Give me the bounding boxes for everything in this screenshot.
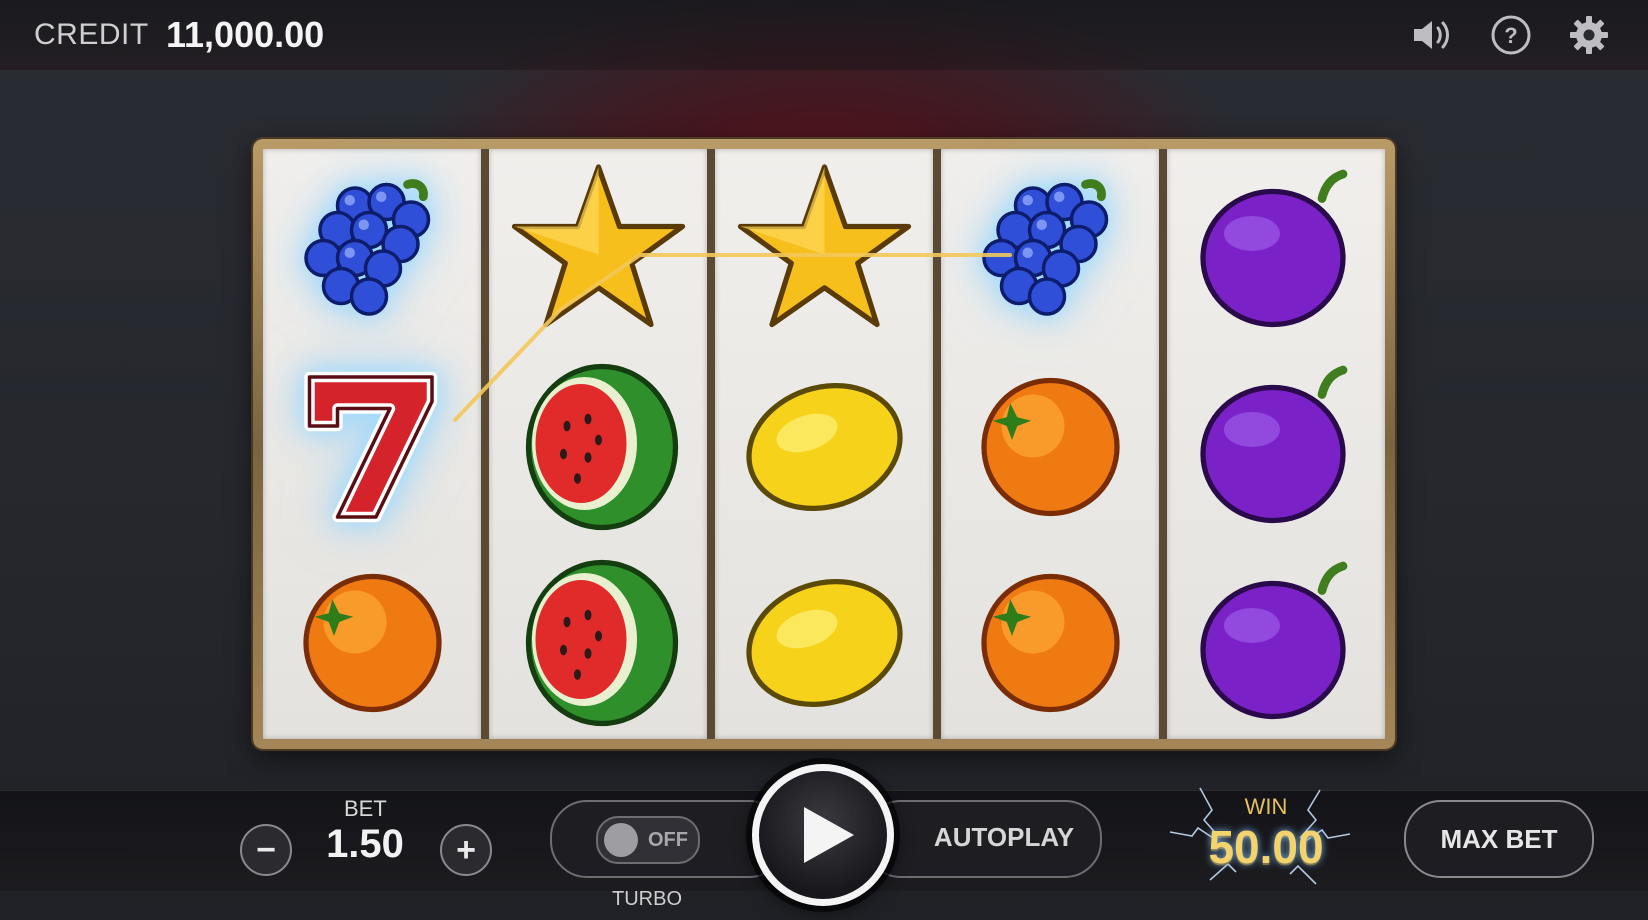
- win-label: WIN: [1244, 794, 1288, 819]
- play-icon: [804, 807, 854, 863]
- grapes-symbol: [941, 149, 1159, 345]
- watermelon-icon: [525, 363, 678, 530]
- max-bet-label: MAX BET: [1440, 824, 1558, 854]
- top-bar: CREDIT 11,000.00 ?: [0, 0, 1648, 70]
- settings-icon[interactable]: [1566, 12, 1612, 58]
- orange-icon: [980, 573, 1120, 712]
- plum-icon: [1199, 169, 1347, 327]
- max-bet-button[interactable]: MAX BET: [1404, 800, 1594, 878]
- watermelon-symbol: [489, 345, 707, 541]
- lemon-symbol: [715, 541, 933, 737]
- watermelon-symbol: [489, 541, 707, 737]
- toggle-knob: [604, 823, 638, 857]
- seven-icon: [303, 371, 437, 522]
- star-icon: [511, 163, 685, 327]
- orange-symbol: [941, 345, 1159, 541]
- grapes-symbol: [263, 149, 481, 345]
- reel-2: [489, 149, 707, 739]
- seven-symbol: [263, 345, 481, 541]
- plus-icon: +: [456, 831, 476, 869]
- credit-value: 11,000.00: [166, 14, 325, 55]
- bet-label: BET: [344, 796, 387, 821]
- reel-1: [263, 149, 481, 739]
- orange-symbol: [263, 541, 481, 737]
- plum-icon: [1199, 561, 1347, 719]
- reel-grid: [263, 149, 1385, 739]
- svg-text:?: ?: [1504, 23, 1517, 48]
- credit-label: CREDIT: [34, 18, 149, 51]
- grapes-icon: [303, 178, 430, 316]
- star-icon: [737, 163, 911, 327]
- lemon-symbol: [715, 345, 933, 541]
- plum-symbol: [1167, 541, 1385, 737]
- minus-icon: −: [256, 831, 276, 869]
- orange-symbol: [941, 541, 1159, 737]
- star-symbol: [715, 149, 933, 345]
- turbo-toggle[interactable]: OFF: [596, 816, 700, 864]
- reel-3: [715, 149, 933, 739]
- bet-decrease-button[interactable]: −: [240, 824, 292, 876]
- reel-5: [1167, 149, 1385, 739]
- plum-symbol: [1167, 149, 1385, 345]
- grapes-icon: [981, 178, 1108, 316]
- reel-4: [941, 149, 1159, 739]
- help-icon[interactable]: ?: [1488, 12, 1534, 58]
- turbo-state: OFF: [648, 829, 688, 851]
- sound-icon[interactable]: [1408, 12, 1454, 58]
- bet-increase-button[interactable]: +: [440, 824, 492, 876]
- lemon-icon: [745, 578, 903, 707]
- orange-icon: [980, 377, 1120, 516]
- orange-icon: [302, 573, 442, 712]
- reel-frame: [253, 139, 1395, 749]
- star-symbol: [489, 149, 707, 345]
- autoplay-label[interactable]: AUTOPLAY: [932, 822, 1076, 853]
- win-value: 50.00: [1208, 821, 1324, 873]
- spin-button[interactable]: [752, 764, 894, 906]
- bet-value: 1.50: [326, 822, 404, 866]
- watermelon-icon: [525, 559, 678, 726]
- plum-icon: [1199, 365, 1347, 523]
- lemon-icon: [745, 382, 903, 511]
- plum-symbol: [1167, 345, 1385, 541]
- turbo-label: TURBO: [612, 888, 682, 910]
